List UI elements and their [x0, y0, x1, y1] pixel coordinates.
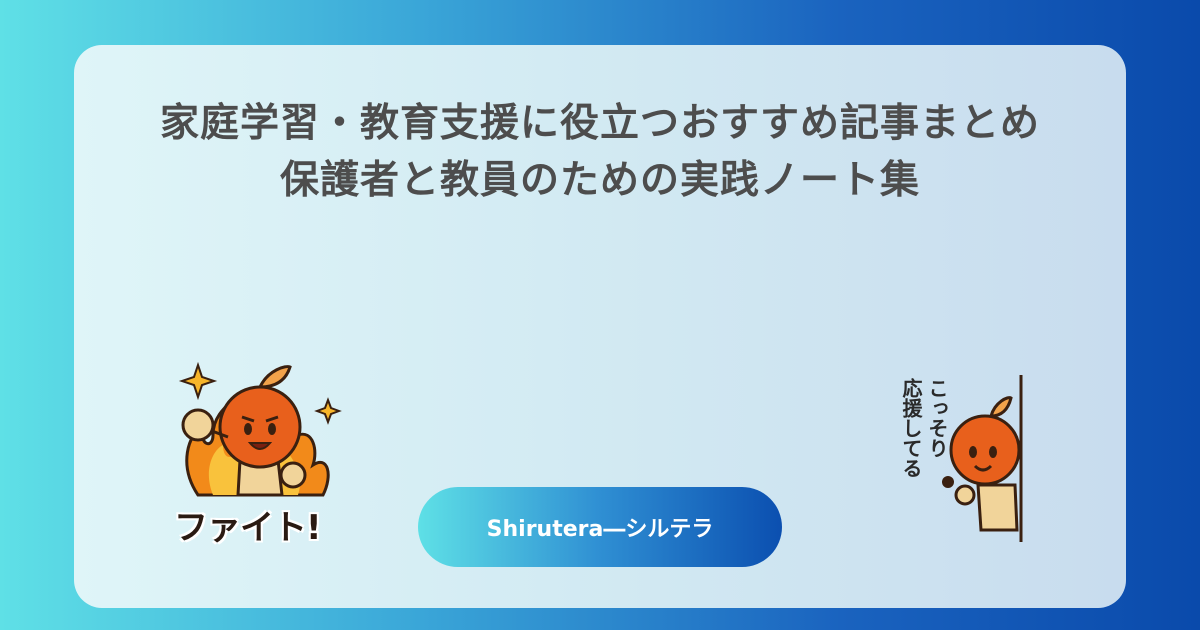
peeking-mascot-icon [942, 375, 1023, 542]
fight-sticker: ファイト! [168, 355, 348, 550]
title-line-1: 家庭学習・教育支援に役立つおすすめ記事まとめ [159, 101, 1040, 146]
fighting-mascot-icon [178, 361, 342, 497]
fight-text: ファイト! [174, 508, 322, 548]
title-line-2: 保護者と教員のための実践ノート集 [279, 158, 920, 203]
cheer-sticker: こっそり 応援してる [893, 370, 1033, 545]
brand-button[interactable]: Shirutera―シルテラ [418, 487, 782, 567]
page-title: 家庭学習・教育支援に役立つおすすめ記事まとめ 保護者と教員のための実践ノート集 [0, 95, 1200, 209]
